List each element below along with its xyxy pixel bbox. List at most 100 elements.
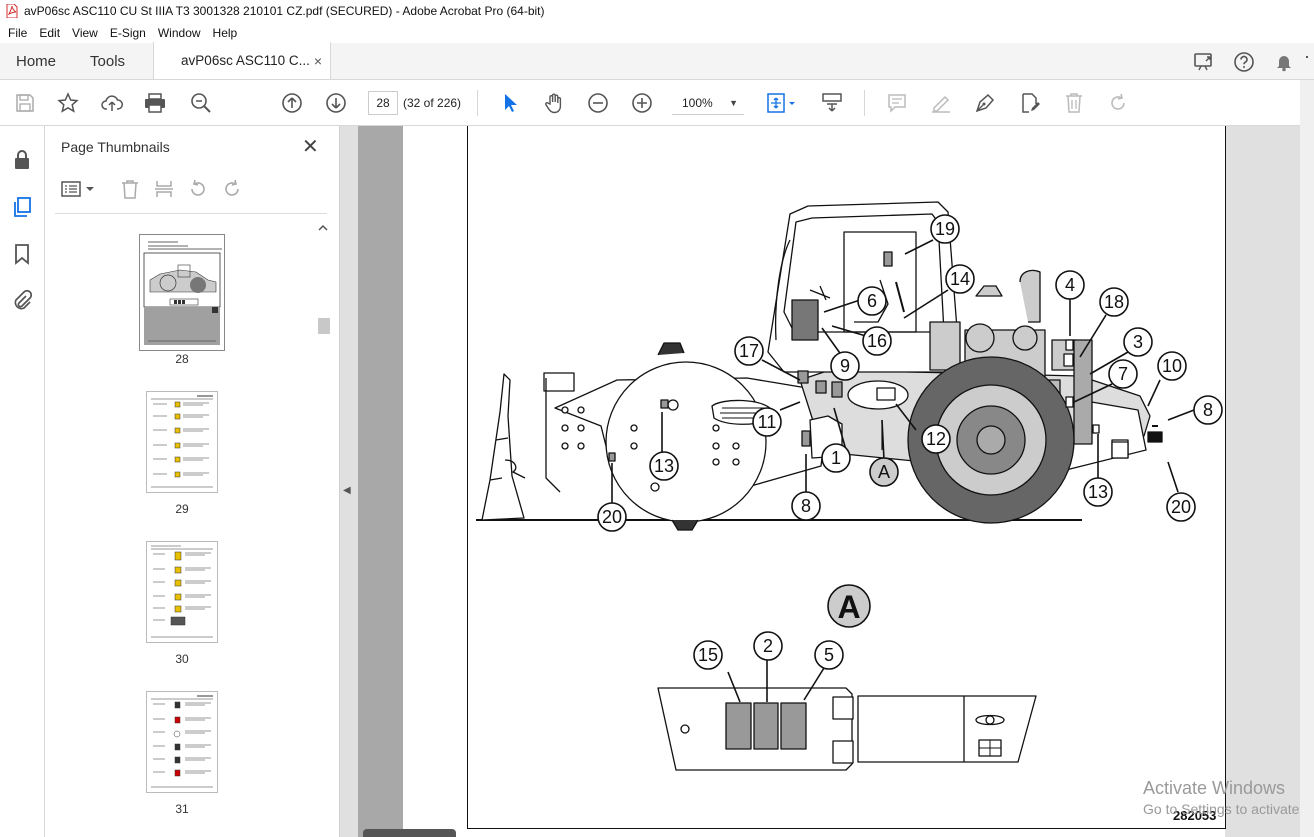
thumbnail-label: 29 bbox=[175, 502, 189, 516]
notifications-bell-icon[interactable] bbox=[1273, 51, 1295, 73]
main-toolbar: 28 (32 of 226) 100% ▼ bbox=[0, 80, 1314, 126]
tab-tools[interactable]: Tools bbox=[72, 43, 141, 79]
page-count: (32 of 226) bbox=[403, 96, 462, 110]
tab-home[interactable]: Home bbox=[0, 43, 72, 79]
callout-13-front: 13 bbox=[654, 456, 674, 476]
title-bar: avP06sc ASC110 CU St IIIA T3 3001328 210… bbox=[0, 0, 1314, 22]
callout-8-bottom: 8 bbox=[801, 496, 811, 516]
callout-8-rear: 8 bbox=[1203, 400, 1213, 420]
scrolling-mode-icon[interactable] bbox=[821, 92, 843, 114]
extract-page-icon[interactable] bbox=[153, 178, 175, 200]
scrollbar-thumb[interactable] bbox=[318, 318, 330, 334]
page-gutter bbox=[358, 126, 403, 837]
zoom-out-icon[interactable] bbox=[587, 92, 609, 114]
close-panel-icon[interactable]: ✕ bbox=[302, 134, 319, 159]
draw-pen-icon[interactable] bbox=[974, 92, 996, 114]
callout-9: 9 bbox=[840, 356, 850, 376]
callout-4: 4 bbox=[1065, 275, 1075, 295]
thumbnail-label: 31 bbox=[175, 802, 189, 816]
callout-7: 7 bbox=[1118, 364, 1128, 384]
lock-icon[interactable] bbox=[11, 149, 33, 171]
delete-trash-icon[interactable] bbox=[1063, 92, 1085, 114]
thumbnail-scrollbar[interactable] bbox=[316, 218, 330, 837]
tab-document-label: avP06sc ASC110 C... bbox=[181, 53, 310, 68]
menu-edit[interactable]: Edit bbox=[33, 26, 66, 40]
fit-page-icon[interactable] bbox=[766, 92, 796, 114]
page-status-chip bbox=[363, 829, 456, 837]
menu-help[interactable]: Help bbox=[207, 26, 244, 40]
panel-title: Page Thumbnails bbox=[61, 139, 170, 155]
thumbnail-page-30[interactable] bbox=[146, 541, 218, 643]
menu-bar: File Edit View E-Sign Window Help bbox=[0, 22, 1314, 43]
callout-17: 17 bbox=[739, 341, 759, 361]
callout-2: 2 bbox=[763, 636, 773, 656]
callout-10: 10 bbox=[1162, 356, 1182, 376]
callout-3: 3 bbox=[1133, 332, 1143, 352]
rotate-right-icon[interactable] bbox=[221, 178, 243, 200]
rotate-left-icon[interactable] bbox=[187, 178, 209, 200]
callout-20-rear: 20 bbox=[1171, 497, 1191, 517]
edit-document-icon[interactable] bbox=[1019, 92, 1041, 114]
close-tab-icon[interactable]: × bbox=[314, 53, 322, 69]
comment-icon[interactable] bbox=[886, 92, 908, 114]
save-icon[interactable] bbox=[14, 92, 36, 114]
menu-esign[interactable]: E-Sign bbox=[104, 26, 152, 40]
zoom-in-icon[interactable] bbox=[631, 92, 653, 114]
activate-windows-watermark: Activate Windows Go to Settings to activ… bbox=[1143, 778, 1299, 817]
menu-view[interactable]: View bbox=[66, 26, 104, 40]
acrobat-pdf-icon bbox=[6, 4, 18, 18]
thumbnail-page-28[interactable] bbox=[139, 234, 225, 351]
tab-document[interactable]: avP06sc ASC110 C... × bbox=[153, 42, 332, 79]
zoom-level-value: 100% bbox=[682, 96, 713, 110]
highlight-pen-icon[interactable] bbox=[930, 92, 952, 114]
bookmarks-icon[interactable] bbox=[11, 243, 33, 265]
callout-6: 6 bbox=[867, 291, 877, 311]
watermark-line-2: Go to Settings to activate bbox=[1143, 801, 1300, 817]
thumbnail-options-icon[interactable] bbox=[61, 178, 97, 200]
print-icon[interactable] bbox=[144, 92, 166, 114]
delete-page-icon[interactable] bbox=[119, 178, 141, 200]
attachments-paperclip-icon[interactable] bbox=[11, 289, 33, 311]
thumbnail-page-31[interactable] bbox=[146, 691, 218, 793]
menu-window[interactable]: Window bbox=[152, 26, 207, 40]
redo-icon[interactable] bbox=[1107, 92, 1129, 114]
panel-divider bbox=[55, 213, 327, 214]
chevron-down-icon: ▼ bbox=[729, 98, 738, 108]
machine-diagram: 19 14 6 16 9 17 4 18 3 7 10 8 11 12 1 A … bbox=[476, 201, 1223, 771]
overflow-menu-icon[interactable] bbox=[1306, 51, 1312, 73]
callout-5: 5 bbox=[824, 645, 834, 665]
zoom-search-icon[interactable] bbox=[190, 92, 212, 114]
callout-18: 18 bbox=[1104, 292, 1124, 312]
callout-a-small: A bbox=[878, 462, 890, 482]
header-right-icons bbox=[1184, 43, 1314, 80]
watermark-line-1: Activate Windows bbox=[1143, 778, 1286, 798]
callout-11: 11 bbox=[758, 412, 777, 432]
window-title: avP06sc ASC110 CU St IIIA T3 3001328 210… bbox=[24, 4, 545, 18]
tab-bar: Home Tools avP06sc ASC110 C... × bbox=[0, 42, 1314, 80]
callout-15: 15 bbox=[698, 645, 718, 665]
menu-file[interactable]: File bbox=[2, 26, 33, 40]
callout-12: 12 bbox=[926, 429, 946, 449]
next-page-icon[interactable] bbox=[325, 92, 347, 114]
callout-13-rear: 13 bbox=[1088, 482, 1108, 502]
share-screen-icon[interactable] bbox=[1193, 51, 1215, 73]
detail-a-label: A bbox=[837, 589, 860, 625]
select-cursor-icon[interactable] bbox=[499, 92, 521, 114]
previous-page-icon[interactable] bbox=[281, 92, 303, 114]
hand-tool-icon[interactable] bbox=[543, 92, 565, 114]
upload-cloud-icon[interactable] bbox=[101, 92, 123, 114]
callout-16: 16 bbox=[867, 331, 887, 351]
zoom-level-select[interactable]: 100% ▼ bbox=[672, 91, 744, 115]
left-navigation-rail bbox=[0, 126, 45, 837]
page-number-input[interactable]: 28 bbox=[368, 91, 398, 115]
collapse-panel-icon[interactable]: ◀ bbox=[343, 485, 351, 496]
help-icon[interactable] bbox=[1233, 51, 1255, 73]
callout-1: 1 bbox=[831, 448, 841, 468]
thumbnail-label: 28 bbox=[175, 352, 189, 366]
document-scrollbar[interactable] bbox=[1300, 80, 1314, 837]
callout-20-front: 20 bbox=[602, 507, 622, 527]
page-thumbnails-icon[interactable] bbox=[11, 196, 33, 218]
bookmark-star-icon[interactable] bbox=[57, 92, 79, 114]
callout-14: 14 bbox=[950, 269, 970, 289]
thumbnail-page-29[interactable] bbox=[146, 391, 218, 493]
